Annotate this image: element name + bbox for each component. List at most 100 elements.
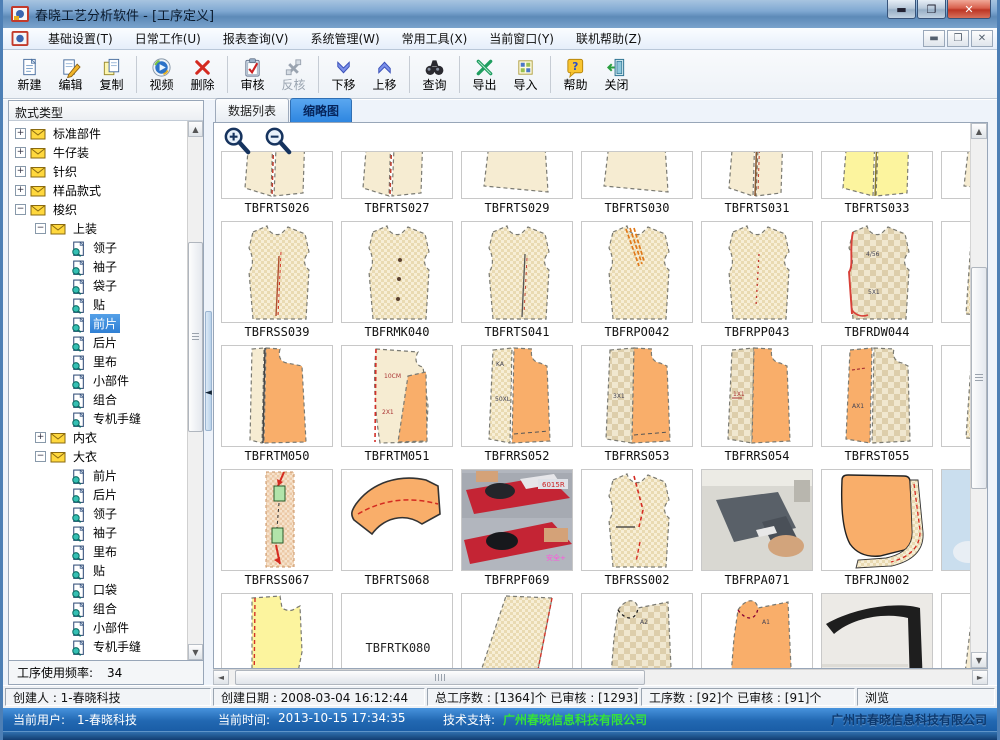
- pattern-image[interactable]: [341, 469, 453, 571]
- tree-item-6[interactable]: 领子: [9, 238, 187, 257]
- panel-splitter[interactable]: ◄: [204, 100, 213, 685]
- pattern-image[interactable]: KA50XL: [461, 345, 573, 447]
- tree-item-25[interactable]: 组合: [9, 599, 187, 618]
- tree-toggle-icon[interactable]: +: [35, 432, 46, 443]
- tree-item-4[interactable]: −梭织: [9, 200, 187, 219]
- thumbnail-cell[interactable]: A2: [581, 593, 693, 668]
- pattern-image[interactable]: [221, 469, 333, 571]
- scroll-down-icon[interactable]: ▼: [188, 644, 203, 660]
- thumbnail-TBFRPO042[interactable]: TBFRPO042: [581, 221, 693, 339]
- tree-item-27[interactable]: 专机手缝: [9, 637, 187, 656]
- pattern-image[interactable]: TBFRTK080: [341, 593, 453, 668]
- tree-item-15[interactable]: 专机手缝: [9, 409, 187, 428]
- tree-item-22[interactable]: 里布: [9, 542, 187, 561]
- pattern-image[interactable]: [821, 469, 933, 571]
- tree-item-26[interactable]: 小部件: [9, 618, 187, 637]
- pattern-image[interactable]: [221, 345, 333, 447]
- vertical-scrollbar-thumb[interactable]: [971, 267, 987, 489]
- thumbnail-TBFRTS033[interactable]: TBFRTS033: [821, 151, 933, 215]
- tree-item-12[interactable]: 里布: [9, 352, 187, 371]
- toolbar-button-exit-door[interactable]: 关闭: [596, 52, 637, 97]
- scroll-down-icon[interactable]: ▼: [971, 652, 987, 668]
- tree-item-2[interactable]: +针织: [9, 162, 187, 181]
- thumbnail-TBFRTS031[interactable]: TBFRTS031: [701, 151, 813, 215]
- toolbar-button-export-excel[interactable]: 导出: [464, 52, 505, 97]
- menu-item-6[interactable]: 联机帮助(Z): [565, 30, 653, 48]
- menu-item-3[interactable]: 系统管理(W): [299, 30, 390, 48]
- toolbar-button-move-down[interactable]: 下移: [323, 52, 364, 97]
- thumbnail-cell[interactable]: [221, 593, 333, 668]
- thumbnail-cell[interactable]: [941, 345, 970, 463]
- tree-item-24[interactable]: 口袋: [9, 580, 187, 599]
- thumbnail-TBFRSS002[interactable]: TBFRSS002: [581, 469, 693, 587]
- thumbnail-TBFRTS029[interactable]: TBFRTS029: [461, 151, 573, 215]
- tree-toggle-icon[interactable]: −: [15, 204, 26, 215]
- tab-data-list[interactable]: 数据列表: [215, 98, 289, 122]
- tree-item-8[interactable]: 袋子: [9, 276, 187, 295]
- collapse-arrow-icon[interactable]: ◄: [205, 388, 212, 398]
- zoom-out-icon[interactable]: [263, 126, 294, 157]
- pattern-image[interactable]: 4/565X1: [821, 221, 933, 323]
- pattern-image[interactable]: [941, 469, 970, 571]
- tree-toggle-icon[interactable]: +: [15, 128, 26, 139]
- tree-item-3[interactable]: +样品款式: [9, 181, 187, 200]
- pattern-image[interactable]: A2: [581, 593, 693, 668]
- pattern-image[interactable]: 6015R安全+: [461, 469, 573, 571]
- tree-item-18[interactable]: 前片: [9, 466, 187, 485]
- tree-scrollbar[interactable]: ▲ ▼: [187, 121, 203, 660]
- pattern-image[interactable]: 3X1: [581, 345, 693, 447]
- toolbar-button-video-play[interactable]: 视频: [141, 52, 182, 97]
- pattern-image[interactable]: [221, 593, 333, 668]
- minimize-icon[interactable]: ▬: [887, 0, 916, 19]
- thumbnail-TBFRRS053[interactable]: 3X1TBFRRS053: [581, 345, 693, 463]
- thumbnail-TBFRSS039[interactable]: TBFRSS039: [221, 221, 333, 339]
- pattern-image[interactable]: [581, 221, 693, 323]
- mdi-restore-icon[interactable]: ❐: [947, 30, 969, 47]
- pattern-image[interactable]: [821, 151, 933, 199]
- pattern-image[interactable]: [941, 221, 970, 323]
- tree-item-17[interactable]: −大衣: [9, 447, 187, 466]
- tree-item-19[interactable]: 后片: [9, 485, 187, 504]
- thumbnail-TBFRRS054[interactable]: 1X1TBFRRS054: [701, 345, 813, 463]
- thumbnail-TBFRTS068[interactable]: TBFRTS068: [341, 469, 453, 587]
- mdi-minimize-icon[interactable]: ▬: [923, 30, 945, 47]
- tree-item-1[interactable]: +牛仔装: [9, 143, 187, 162]
- pattern-image[interactable]: [581, 469, 693, 571]
- tab-thumbnails[interactable]: 缩略图: [290, 98, 352, 122]
- tree-item-0[interactable]: +标准部件: [9, 124, 187, 143]
- zoom-in-icon[interactable]: [222, 126, 253, 157]
- pattern-image[interactable]: [941, 151, 970, 199]
- pattern-image[interactable]: [821, 593, 933, 668]
- thumbnail-cell[interactable]: [941, 469, 970, 587]
- horizontal-scrollbar-thumb[interactable]: [235, 670, 645, 685]
- toolbar-button-edit[interactable]: 编辑: [50, 52, 91, 97]
- close-icon[interactable]: ✕: [947, 0, 991, 19]
- scroll-right-icon[interactable]: ►: [972, 670, 988, 685]
- tree-item-23[interactable]: 贴: [9, 561, 187, 580]
- pattern-image[interactable]: [221, 221, 333, 323]
- scroll-left-icon[interactable]: ◄: [213, 670, 229, 685]
- thumbnail-TBFRTS041[interactable]: TBFRTS041: [461, 221, 573, 339]
- tree-item-16[interactable]: +内衣: [9, 428, 187, 447]
- horizontal-scrollbar[interactable]: ◄ ►: [213, 669, 988, 685]
- menu-item-5[interactable]: 当前窗口(Y): [478, 30, 565, 48]
- tree-toggle-icon[interactable]: −: [35, 223, 46, 234]
- scroll-up-icon[interactable]: ▲: [188, 121, 203, 137]
- tree-toggle-icon[interactable]: +: [15, 166, 26, 177]
- pattern-image[interactable]: [461, 151, 573, 199]
- tree-item-7[interactable]: 袖子: [9, 257, 187, 276]
- pattern-image[interactable]: [581, 151, 693, 199]
- pattern-image[interactable]: [941, 345, 970, 447]
- pattern-image[interactable]: 1X1: [701, 345, 813, 447]
- thumbnail-TBFRTS030[interactable]: TBFRTS030: [581, 151, 693, 215]
- maximize-icon[interactable]: ❐: [917, 0, 946, 19]
- thumbnail-TBFRJN002[interactable]: TBFRJN002: [821, 469, 933, 587]
- pattern-image[interactable]: [701, 151, 813, 199]
- pattern-image[interactable]: [701, 469, 813, 571]
- thumbnail-cell[interactable]: [821, 593, 933, 668]
- tree-toggle-icon[interactable]: +: [15, 185, 26, 196]
- pattern-image[interactable]: [701, 221, 813, 323]
- menu-item-0[interactable]: 基础设置(T): [37, 30, 124, 48]
- toolbar-button-help[interactable]: ?帮助: [555, 52, 596, 97]
- thumbnail-TBFRRS052[interactable]: KA50XLTBFRRS052: [461, 345, 573, 463]
